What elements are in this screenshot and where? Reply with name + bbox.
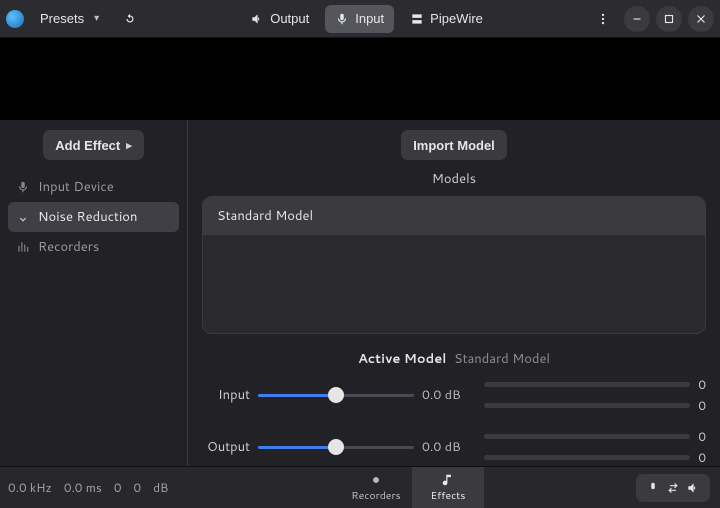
output-level-meters: 0 0 bbox=[484, 428, 706, 466]
refresh-button[interactable] bbox=[115, 5, 145, 33]
record-icon bbox=[369, 473, 383, 487]
add-effect-button[interactable]: Add Effect bbox=[43, 130, 144, 160]
speaker-icon bbox=[250, 12, 264, 26]
mic-icon bbox=[16, 180, 30, 194]
models-list: Standard Model bbox=[202, 196, 706, 334]
add-effect-label: Add Effect bbox=[55, 138, 120, 153]
active-model-value: Standard Model bbox=[454, 350, 550, 368]
status-a: 0 bbox=[114, 479, 122, 496]
tab-output[interactable]: Output bbox=[240, 5, 319, 33]
content: Import Model Models Standard Model Activ… bbox=[188, 120, 720, 466]
tab-pipewire-label: PipeWire bbox=[430, 11, 483, 26]
arrow-down-icon bbox=[16, 210, 30, 224]
output-meter-r: 0 bbox=[696, 449, 706, 466]
input-gain-slider[interactable] bbox=[258, 387, 414, 403]
import-model-label: Import Model bbox=[413, 138, 495, 153]
window-minimize-button[interactable] bbox=[624, 6, 650, 32]
output-gain-label: Output bbox=[202, 438, 250, 456]
sidebar: Add Effect Input Device Noise Reduction … bbox=[0, 120, 188, 466]
tab-input[interactable]: Input bbox=[325, 5, 394, 33]
main-area: Add Effect Input Device Noise Reduction … bbox=[0, 120, 720, 466]
active-model-key: Active Model bbox=[358, 350, 446, 368]
input-meter-r: 0 bbox=[696, 397, 706, 414]
output-gain-row: Output 0.0 dB 0 0 bbox=[202, 428, 706, 466]
tab-output-label: Output bbox=[270, 11, 309, 26]
tab-pipewire[interactable]: PipeWire bbox=[400, 5, 493, 33]
sliders: Input 0.0 dB 0 0 Output bbox=[202, 376, 706, 466]
status-unit: dB bbox=[153, 479, 168, 496]
models-heading: Models bbox=[202, 170, 706, 188]
input-meter-l: 0 bbox=[696, 376, 706, 393]
refresh-icon bbox=[123, 12, 137, 26]
window-close-button[interactable] bbox=[688, 6, 714, 32]
mic-icon bbox=[646, 481, 660, 495]
app-icon bbox=[6, 10, 24, 28]
model-row[interactable]: Standard Model bbox=[203, 197, 705, 235]
bottom-tab-effects[interactable]: Effects bbox=[412, 467, 484, 508]
bottom-tab-recorders[interactable]: Recorders bbox=[340, 467, 412, 508]
window-maximize-button[interactable] bbox=[656, 6, 682, 32]
equalizer-icon bbox=[16, 240, 30, 254]
tab-input-label: Input bbox=[355, 11, 384, 26]
sidebar-item-input-device[interactable]: Input Device bbox=[8, 172, 179, 202]
minimize-icon bbox=[630, 12, 644, 26]
status-freq: 0.0 kHz bbox=[8, 479, 52, 496]
input-gain-label: Input bbox=[202, 386, 250, 404]
input-gain-value: 0.0 dB bbox=[422, 386, 476, 404]
output-meter-l: 0 bbox=[696, 428, 706, 445]
close-icon bbox=[694, 12, 708, 26]
bottom-tab-label: Effects bbox=[431, 489, 466, 503]
headerbar: Presets Output Input PipeWire bbox=[0, 0, 720, 38]
server-icon bbox=[410, 12, 424, 26]
import-model-button[interactable]: Import Model bbox=[401, 130, 507, 160]
input-level-meters: 0 0 bbox=[484, 376, 706, 414]
swap-icon bbox=[666, 481, 680, 495]
spectrum-area bbox=[0, 38, 720, 120]
sidebar-item-recorders[interactable]: Recorders bbox=[8, 232, 179, 262]
active-model: Active Model Standard Model bbox=[202, 350, 706, 368]
sidebar-item-noise-reduction[interactable]: Noise Reduction bbox=[8, 202, 179, 232]
output-gain-value: 0.0 dB bbox=[422, 438, 476, 456]
presets-menu-button[interactable]: Presets bbox=[30, 5, 109, 33]
bottom-tab-label: Recorders bbox=[351, 489, 401, 503]
speaker-icon bbox=[686, 481, 700, 495]
bottombar: 0.0 kHz 0.0 ms 0 0 dB Recorders Effects bbox=[0, 466, 720, 508]
sidebar-item-label: Recorders bbox=[38, 238, 99, 256]
status-latency: 0.0 ms bbox=[64, 479, 102, 496]
mic-icon bbox=[335, 12, 349, 26]
model-name: Standard Model bbox=[217, 207, 313, 225]
input-gain-row: Input 0.0 dB 0 0 bbox=[202, 376, 706, 414]
sidebar-item-label: Noise Reduction bbox=[38, 208, 137, 226]
sidebar-item-label: Input Device bbox=[38, 178, 114, 196]
output-gain-slider[interactable] bbox=[258, 439, 414, 455]
maximize-icon bbox=[662, 12, 676, 26]
status-readout: 0.0 kHz 0.0 ms 0 0 dB bbox=[0, 467, 188, 508]
bottom-tabs: Recorders Effects bbox=[188, 467, 636, 508]
music-note-icon bbox=[441, 473, 455, 487]
kebab-icon bbox=[596, 12, 610, 26]
menu-button[interactable] bbox=[588, 5, 618, 33]
status-b: 0 bbox=[133, 479, 141, 496]
presets-label: Presets bbox=[40, 11, 84, 26]
routing-button[interactable] bbox=[636, 474, 710, 502]
